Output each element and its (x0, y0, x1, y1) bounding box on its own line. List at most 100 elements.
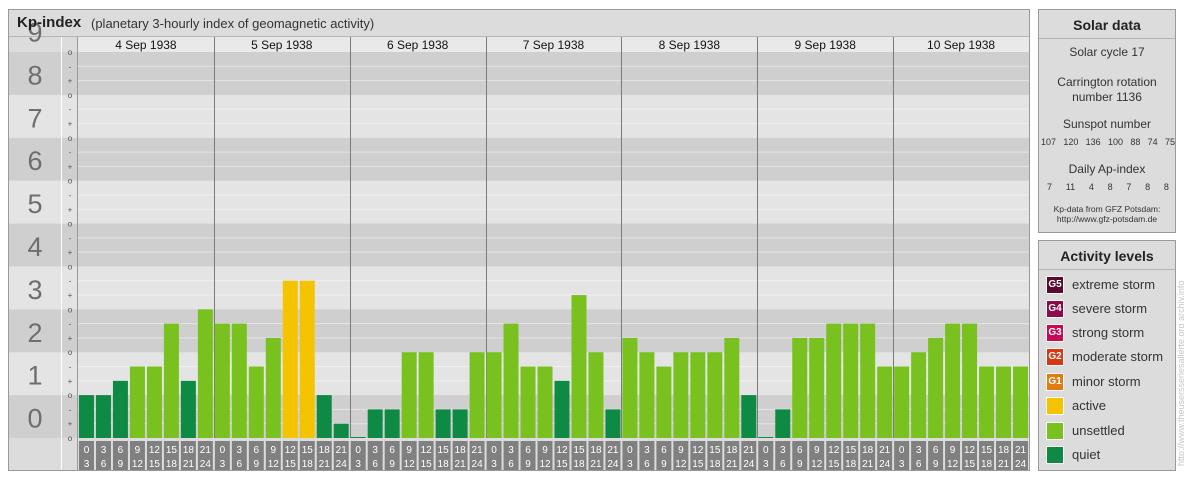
hour-start-label: 9 (542, 445, 548, 456)
hour-end-label: 24 (200, 459, 212, 470)
solar-data-panel: Solar data Solar cycle 17 Carrington rot… (1038, 9, 1176, 233)
hour-end-label: 18 (438, 459, 450, 470)
hour-end-label: 24 (607, 459, 619, 470)
hour-start-label: 3 (508, 445, 514, 456)
kp-bar (469, 352, 485, 438)
kp-bar (673, 352, 689, 438)
hour-start-label: 3 (644, 445, 650, 456)
kp-bar (656, 366, 672, 438)
legend-item-strong-storm: G3 strong storm (1046, 323, 1144, 342)
hour-end-label: 6 (644, 459, 650, 470)
data-credit-link[interactable]: http://www.gfz-potsdam.de (1039, 214, 1175, 224)
kp-bar (911, 352, 927, 438)
kp-bar (350, 437, 366, 438)
hour-start-label: 18 (455, 445, 467, 456)
day-label: 8 Sep 1938 (659, 38, 721, 52)
hour-end-label: 15 (556, 459, 568, 470)
sunspot-value: 88 (1130, 137, 1141, 147)
y-tick-label: 1 (27, 361, 42, 391)
kp-bar (129, 366, 145, 438)
legend-swatch-unsettled (1046, 421, 1064, 440)
hour-start-label: 9 (135, 445, 141, 456)
kp-bar (724, 337, 740, 438)
kp-bar (928, 337, 944, 438)
kp-bar (741, 395, 757, 438)
legend-swatch-quiet (1046, 445, 1064, 464)
sub-tick-label: + (68, 377, 73, 386)
day-label: 9 Sep 1938 (795, 38, 857, 52)
hour-end-label: 6 (237, 459, 243, 470)
hour-start-label: 18 (319, 445, 331, 456)
hour-end-label: 18 (709, 459, 721, 470)
kp-index-panel: 0 1 2 3 4 5 6 7 8 9 o + - o + - o + - o + - o + - o + - o + - o + - o + - o 4 … (8, 9, 1030, 471)
activity-levels-panel: Activity levels G5 extreme storm G4 seve… (1038, 240, 1176, 471)
legend-label: severe storm (1072, 301, 1148, 316)
hour-start-label: 21 (1015, 445, 1027, 456)
hour-start-label: 21 (607, 445, 619, 456)
legend-label: strong storm (1072, 325, 1145, 340)
title-bar: Kp-index (planetary 3-hourly index of ge… (9, 10, 1029, 36)
hour-end-label: 15 (285, 459, 297, 470)
sub-tick-label: o (68, 262, 73, 271)
hour-end-label: 6 (101, 459, 107, 470)
kp-bar (333, 423, 349, 438)
hour-start-label: 12 (556, 445, 568, 456)
hour-start-label: 18 (862, 445, 874, 456)
sub-tick-label: + (68, 291, 73, 300)
kp-bar (503, 323, 519, 438)
hour-start-label: 15 (302, 445, 314, 456)
legend-label: quiet (1072, 447, 1101, 462)
legend-swatch-g5: G5 (1046, 275, 1064, 294)
hour-start-label: 15 (166, 445, 178, 456)
legend-item-minor-storm: G1 minor storm (1046, 372, 1141, 391)
kp-band (9, 137, 1029, 181)
sunspot-value: 120 (1063, 137, 1079, 147)
y-tick-label: 0 (27, 404, 42, 434)
hour-start-label: 6 (389, 445, 395, 456)
hour-start-label: 0 (84, 445, 90, 456)
hour-end-label: 18 (845, 459, 857, 470)
hour-end-label: 18 (166, 459, 178, 470)
legend-label: minor storm (1072, 374, 1141, 389)
hour-end-label: 15 (964, 459, 976, 470)
sunspot-value: 107 (1041, 137, 1057, 147)
activity-levels-title: Activity levels (1039, 241, 1175, 270)
hour-end-label: 21 (998, 459, 1010, 470)
hour-end-label: 9 (254, 459, 260, 470)
hour-start-label: 18 (590, 445, 602, 456)
legend-item-active: active (1046, 396, 1106, 415)
hour-start-label: 15 (573, 445, 585, 456)
kp-bar (758, 437, 774, 438)
kp-bar (996, 366, 1012, 438)
kp-bar (792, 337, 808, 438)
kp-band (9, 52, 1029, 95)
sub-tick-label: - (69, 234, 72, 243)
kp-bar (214, 323, 230, 438)
hour-start-label: 3 (237, 445, 243, 456)
kp-bar (605, 409, 621, 438)
hour-start-label: 18 (183, 445, 195, 456)
hour-end-label: 24 (879, 459, 891, 470)
hour-start-label: 21 (336, 445, 348, 456)
hour-end-label: 18 (302, 459, 314, 470)
y-tick-label: 8 (27, 60, 42, 90)
hour-end-label: 6 (372, 459, 378, 470)
kp-bar (265, 337, 281, 438)
hour-end-label: 3 (899, 459, 905, 470)
legend-swatch-active (1046, 396, 1064, 415)
kp-bar (775, 409, 791, 438)
hour-end-label: 12 (811, 459, 823, 470)
hour-end-label: 15 (149, 459, 161, 470)
legend-label: active (1072, 398, 1106, 413)
kp-bar (180, 380, 196, 438)
legend-swatch-g2: G2 (1046, 347, 1064, 366)
legend-item-unsettled: unsettled (1046, 421, 1125, 440)
hour-end-label: 12 (947, 459, 959, 470)
hour-start-label: 0 (627, 445, 633, 456)
sunspot-value: 100 (1107, 137, 1124, 147)
legend-swatch-g4: G4 (1046, 299, 1064, 318)
sunspot-value: 136 (1085, 137, 1101, 147)
hour-end-label: 12 (539, 459, 551, 470)
kp-bar (197, 309, 213, 438)
hour-start-label: 3 (780, 445, 786, 456)
